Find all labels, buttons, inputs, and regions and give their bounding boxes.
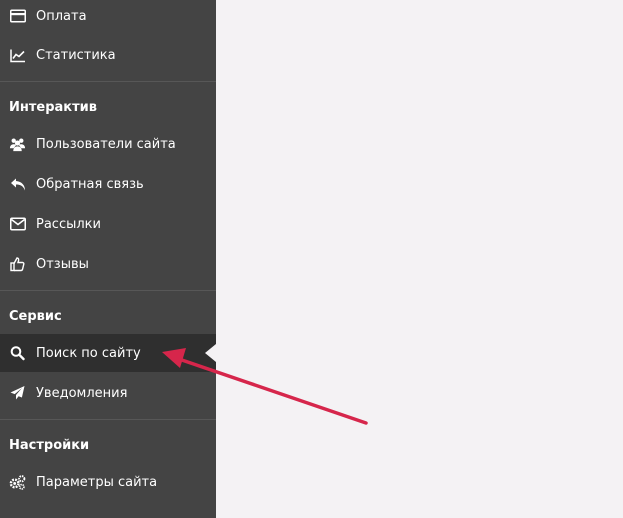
- section-title-service: Сервис: [9, 309, 62, 324]
- sidebar-item-label: Пользователи сайта: [36, 136, 176, 152]
- sidebar-item-label: Уведомления: [36, 385, 128, 401]
- credit-card-icon: [9, 8, 26, 25]
- sidebar-item-label: Отзывы: [36, 256, 89, 272]
- sidebar: Оплата Статистика Интерактив Пользовател…: [0, 0, 216, 518]
- sidebar-item-site-search[interactable]: Поиск по сайту: [0, 334, 216, 372]
- sidebar-item-label: Рассылки: [36, 216, 101, 232]
- sidebar-item-site-users[interactable]: Пользователи сайта: [0, 125, 216, 163]
- sidebar-item-payment[interactable]: Оплата: [0, 0, 216, 35]
- sidebar-divider: [0, 419, 216, 420]
- sidebar-item-mailings[interactable]: Рассылки: [0, 205, 216, 243]
- sidebar-item-statistics[interactable]: Статистика: [0, 36, 216, 74]
- sidebar-item-label: Обратная связь: [36, 176, 144, 192]
- search-icon: [9, 345, 26, 362]
- sidebar-item-label: Статистика: [36, 47, 116, 63]
- paper-plane-icon: [9, 385, 26, 402]
- envelope-icon: [9, 216, 26, 233]
- section-title-settings: Настройки: [9, 438, 90, 453]
- gears-icon: [9, 474, 26, 491]
- line-chart-icon: [9, 47, 26, 64]
- thumbs-up-icon: [9, 256, 26, 273]
- users-icon: [9, 136, 26, 153]
- active-item-caret: [205, 344, 216, 362]
- sidebar-divider: [0, 290, 216, 291]
- sidebar-item-notifications[interactable]: Уведомления: [0, 374, 216, 412]
- sidebar-item-site-parameters[interactable]: Параметры сайта: [0, 463, 216, 501]
- sidebar-item-feedback[interactable]: Обратная связь: [0, 165, 216, 203]
- section-title-interactive: Интерактив: [9, 100, 97, 115]
- sidebar-item-label: Параметры сайта: [36, 474, 158, 490]
- reply-icon: [9, 176, 26, 193]
- sidebar-item-reviews[interactable]: Отзывы: [0, 245, 216, 283]
- sidebar-item-label: Оплата: [36, 8, 87, 24]
- sidebar-item-label: Поиск по сайту: [36, 345, 141, 361]
- sidebar-divider: [0, 81, 216, 82]
